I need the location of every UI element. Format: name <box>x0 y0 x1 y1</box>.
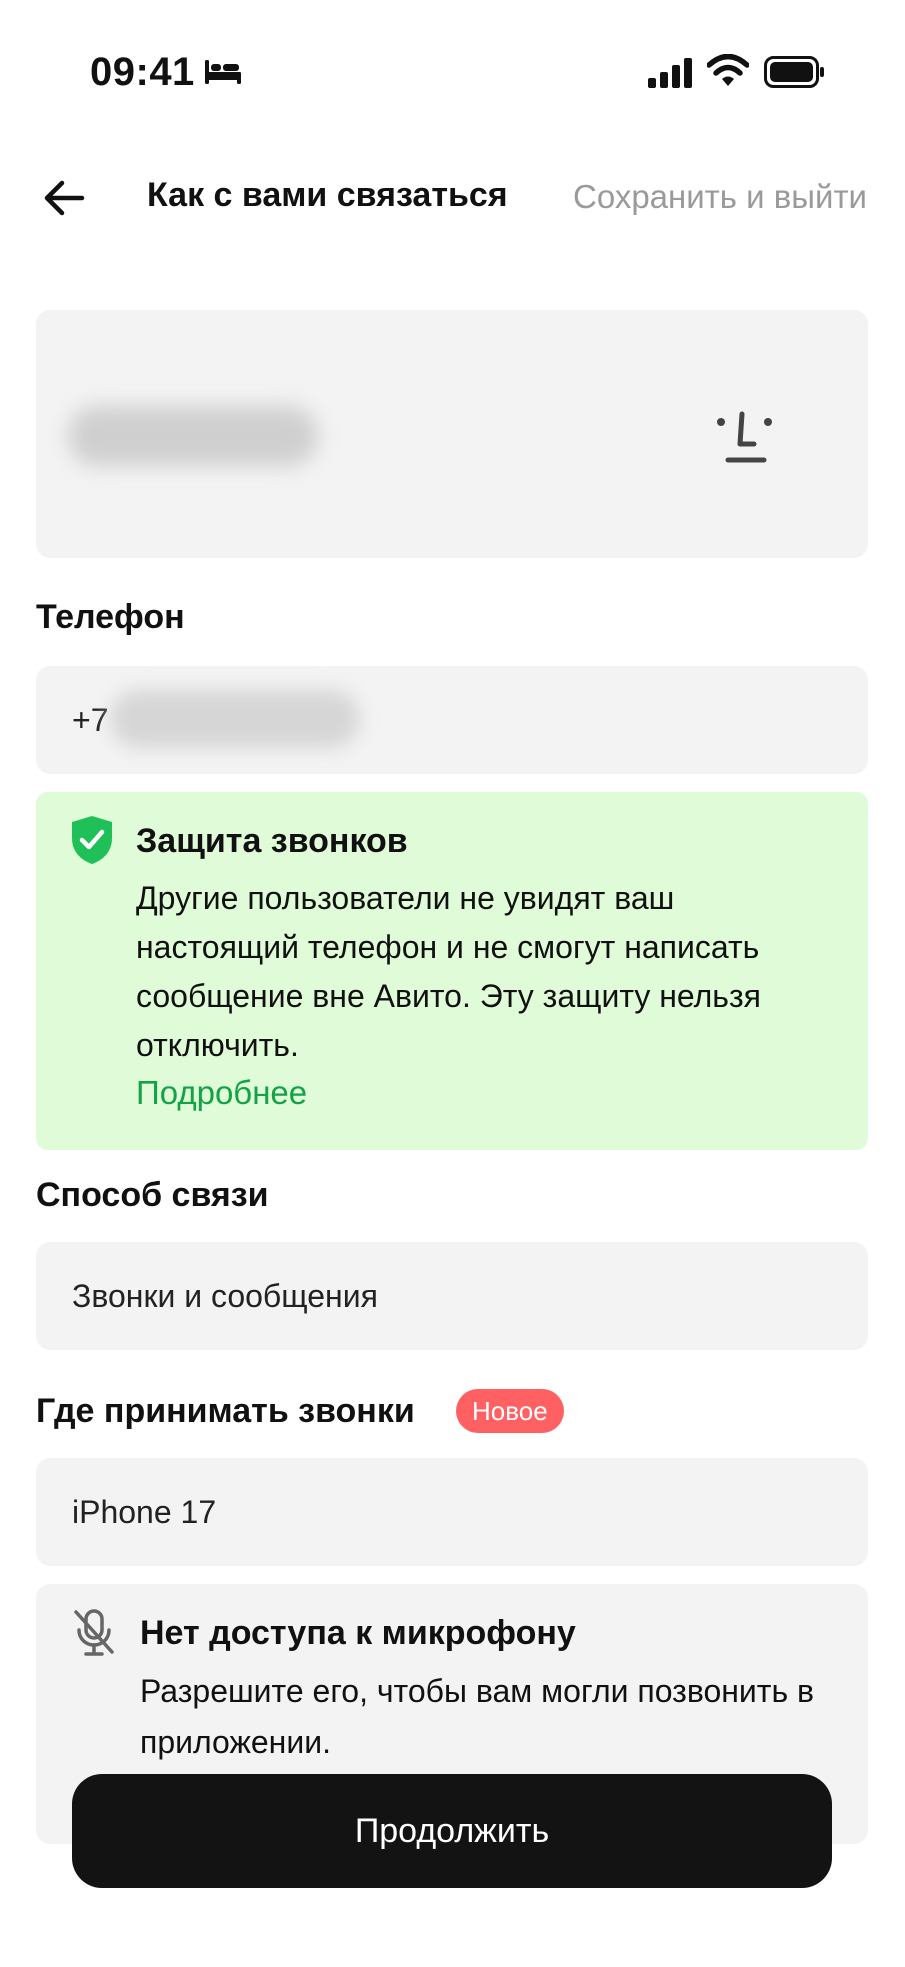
contact-method-select[interactable]: Звонки и сообщения <box>36 1242 868 1350</box>
receive-calls-value: iPhone 17 <box>72 1494 217 1530</box>
blurred-phone-number <box>110 690 360 748</box>
receive-calls-label: Где принимать звонки <box>36 1392 415 1430</box>
wifi-icon <box>707 54 749 86</box>
new-badge: Новое <box>456 1389 564 1433</box>
mic-off-icon <box>74 1609 114 1656</box>
signal-icon <box>648 58 692 88</box>
receive-calls-select[interactable]: iPhone 17 <box>36 1458 868 1566</box>
bed-icon <box>205 60 241 84</box>
arrow-left-icon <box>44 180 85 216</box>
battery-icon <box>764 56 824 88</box>
status-time: 09:41 <box>90 50 195 94</box>
back-button[interactable] <box>36 170 92 226</box>
status-bar: 09:41 <box>0 0 905 150</box>
call-protection-title: Защита звонков <box>136 822 408 860</box>
phone-label: Телефон <box>36 598 185 636</box>
phone-prefix: +7 <box>72 702 109 738</box>
call-protection-card: Защита звонков Другие пользователи не ув… <box>36 792 868 1150</box>
call-protection-text: Другие пользователи не увидят ваш настоя… <box>136 880 761 1063</box>
profile-name-card[interactable] <box>36 310 868 558</box>
avatar[interactable] <box>706 402 786 482</box>
contact-method-value: Звонки и сообщения <box>72 1278 378 1314</box>
microphone-warning-title: Нет доступа к микрофону <box>140 1614 576 1652</box>
blurred-name <box>68 406 318 466</box>
page-title: Как с вами связаться <box>147 176 508 214</box>
save-and-exit-button[interactable]: Сохранить и выйти <box>573 178 867 216</box>
shield-check-icon <box>72 816 112 864</box>
contact-method-label: Способ связи <box>36 1176 269 1214</box>
phone-field[interactable]: +7 <box>36 666 868 774</box>
learn-more-link[interactable]: Подробнее <box>136 1074 307 1112</box>
continue-button[interactable]: Продолжить <box>72 1774 832 1888</box>
microphone-warning-text: Разрешите его, чтобы вам могли позвонить… <box>140 1673 815 1760</box>
